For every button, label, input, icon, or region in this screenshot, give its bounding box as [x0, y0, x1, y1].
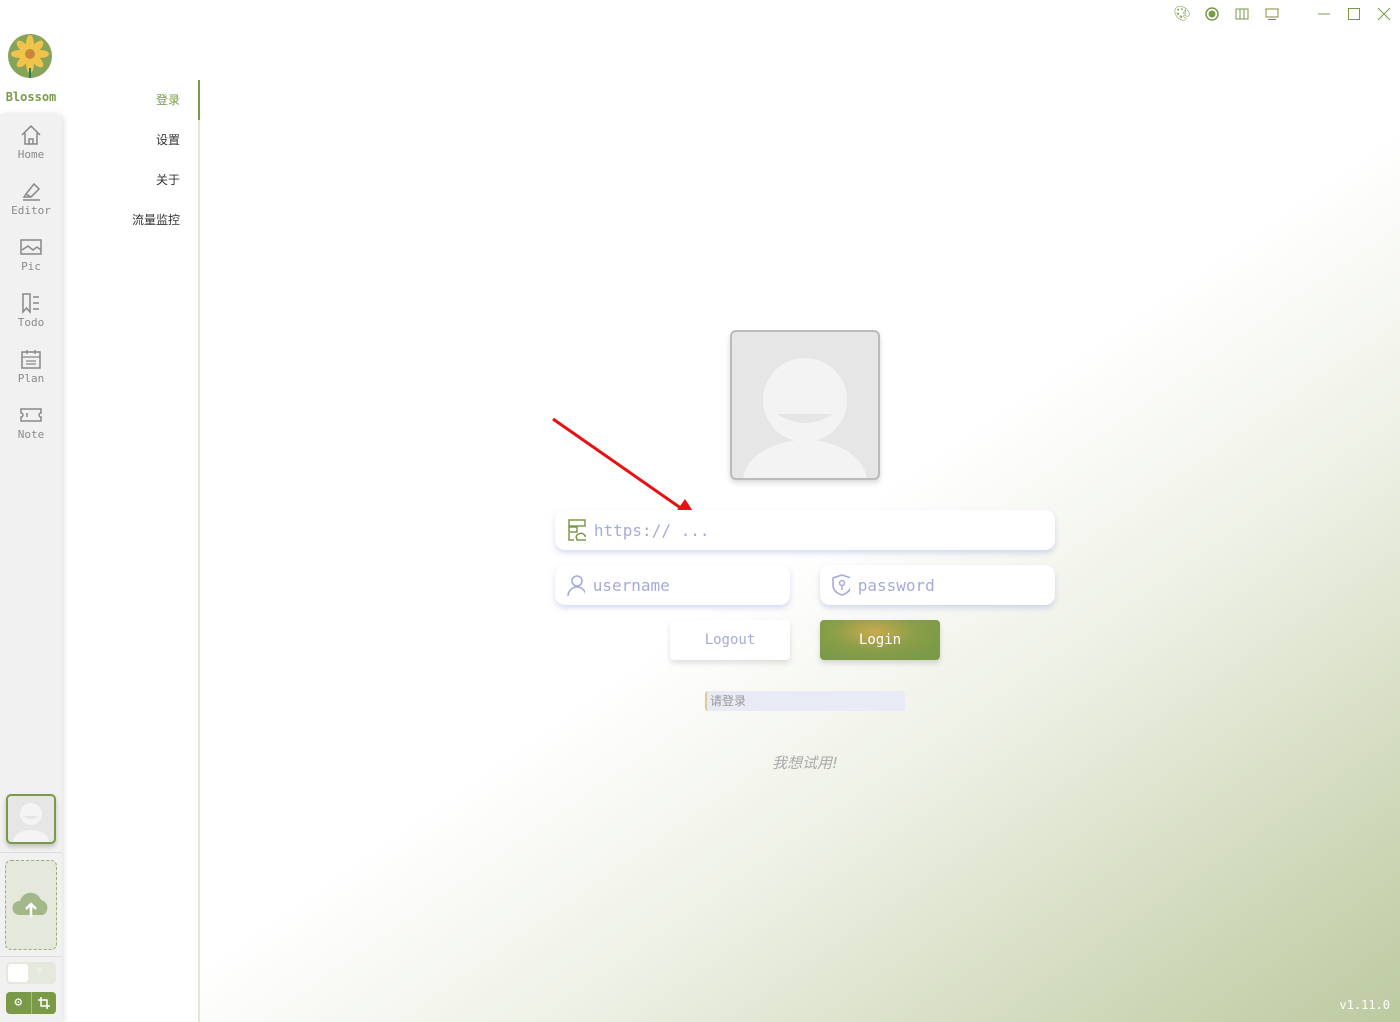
server-url-input[interactable] — [593, 520, 1055, 540]
close-icon[interactable] — [1376, 6, 1392, 22]
sun-icon: ☼ — [36, 964, 43, 977]
sidebar-item-plan[interactable]: Plan — [0, 348, 62, 385]
red-arrow-annotation — [552, 417, 698, 519]
server-cloud-icon — [568, 519, 586, 541]
login-status: 请登录 — [705, 691, 905, 711]
maximize-icon[interactable] — [1346, 6, 1362, 22]
user-icon — [567, 575, 585, 596]
sidebar-item-home[interactable]: Home — [0, 124, 62, 161]
theme-toggle[interactable]: ☼ — [6, 962, 56, 984]
crop-icon[interactable] — [32, 992, 57, 1014]
sidebar-rail: Home Editor Pic Todo Plan Note ☼ ⚙ — [0, 114, 62, 1022]
columns-icon[interactable] — [1234, 6, 1250, 22]
image-icon — [20, 239, 42, 255]
trial-link[interactable]: 我想试用! — [700, 752, 910, 773]
subnav-item-about[interactable]: 关于 — [62, 160, 200, 200]
app-version: v1.11.0 — [1339, 998, 1390, 1012]
login-avatar — [730, 330, 880, 480]
calendar-icon — [21, 350, 41, 369]
settings-subnav: 登录 设置 关于 流量监控 — [62, 80, 200, 240]
palette-icon[interactable]: 🎨︎ — [1173, 6, 1191, 22]
divider — [0, 852, 62, 853]
settings-icon[interactable]: ⚙ — [6, 992, 32, 1014]
minimize-icon[interactable] — [1316, 6, 1332, 22]
user-avatar[interactable] — [6, 794, 56, 844]
password-input[interactable] — [857, 575, 1055, 595]
login-button[interactable]: Login — [820, 620, 940, 660]
monitor-icon[interactable] — [1264, 6, 1280, 22]
shield-key-icon — [832, 574, 850, 596]
window-controls: 🎨︎ — [1173, 6, 1392, 22]
highlighter-icon — [22, 182, 41, 201]
subnav-active-indicator — [198, 80, 200, 120]
record-icon[interactable] — [1204, 6, 1220, 22]
subnav-item-login[interactable]: 登录 — [62, 80, 200, 120]
sidebar-item-editor[interactable]: Editor — [0, 180, 62, 217]
subnav-item-traffic-monitor[interactable]: 流量监控 — [62, 200, 200, 240]
home-icon — [21, 124, 41, 145]
ticket-icon — [20, 408, 42, 422]
divider — [0, 956, 62, 957]
sidebar-item-pic[interactable]: Pic — [0, 236, 62, 273]
upload-dropzone[interactable] — [5, 860, 57, 950]
cloud-upload-icon — [12, 892, 48, 917]
bookmark-list-icon — [22, 293, 39, 314]
server-url-field[interactable] — [555, 510, 1055, 550]
app-name: Blossom — [5, 90, 57, 104]
sidebar-item-note[interactable]: Note — [0, 404, 62, 441]
password-field[interactable] — [820, 565, 1055, 605]
blossom-logo — [8, 34, 52, 78]
subnav-item-settings[interactable]: 设置 — [62, 120, 200, 160]
logout-button[interactable]: Logout — [670, 620, 790, 660]
username-input[interactable] — [592, 575, 790, 595]
sidebar-item-todo[interactable]: Todo — [0, 292, 62, 329]
subnav-divider — [198, 80, 200, 1022]
username-field[interactable] — [555, 565, 790, 605]
